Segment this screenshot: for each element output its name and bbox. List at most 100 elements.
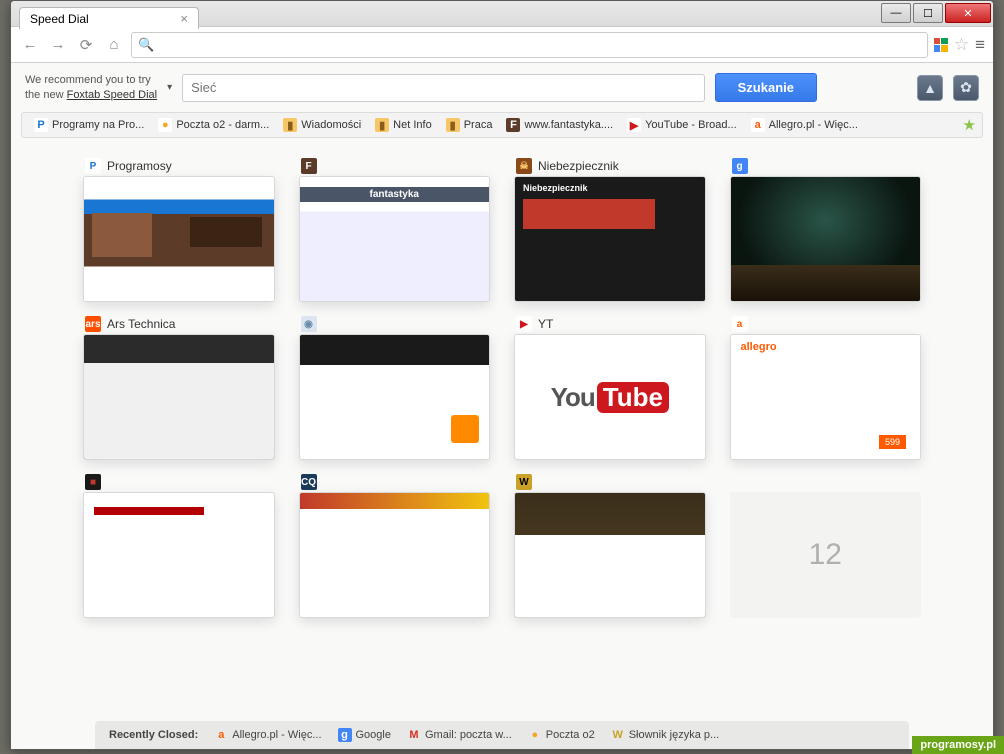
bookmark-item[interactable]: ▶YouTube - Broad... [621, 116, 743, 134]
tile-header [730, 472, 922, 492]
bookmark-item[interactable]: ▮Praca [440, 116, 499, 134]
recent-icon: a [214, 728, 228, 742]
recent-label-text: Google [356, 729, 391, 741]
minimize-button[interactable]: — [881, 3, 911, 23]
address-bar[interactable]: 🔍 [131, 32, 928, 58]
back-button[interactable]: ← [19, 34, 41, 56]
settings-button[interactable]: ✿ [953, 75, 979, 101]
recent-icon: M [407, 728, 421, 742]
speed-dial-tile[interactable]: ars Ars Technica [83, 314, 275, 460]
speed-dial-tile[interactable]: ◉ [299, 314, 491, 460]
bookmark-item[interactable]: ●Poczta o2 - darm... [152, 116, 275, 134]
topbar: We recommend you to try the new Foxtab S… [11, 63, 993, 112]
speed-dial-tile[interactable]: PProgramosy [83, 156, 275, 302]
speed-dial-tile[interactable]: a [730, 314, 922, 460]
tile-thumbnail [299, 176, 491, 302]
bookmark-icon: ▮ [375, 118, 389, 132]
tile-thumbnail [514, 176, 706, 302]
extension-icon[interactable] [934, 38, 948, 52]
tile-thumbnail [514, 492, 706, 618]
watermark: programosy.pl [912, 736, 1004, 754]
bookmark-label: Programy na Pro... [52, 119, 144, 131]
tile-icon: ◉ [301, 316, 317, 332]
recent-item[interactable]: M Gmail: poczta w... [407, 728, 512, 742]
tile-header: a [730, 314, 922, 334]
tile-thumbnail [83, 334, 275, 460]
bookmark-item[interactable]: ▮ Net Info [369, 116, 438, 134]
recent-icon: ● [528, 728, 542, 742]
recommend-link[interactable]: Foxtab Speed Dial [67, 89, 158, 101]
tile-icon: g [732, 158, 748, 174]
maximize-button[interactable]: ☐ [913, 3, 943, 23]
tile-icon: a [732, 316, 748, 332]
close-button[interactable]: ✕ [945, 3, 991, 23]
bookmark-label: Wiadomości [301, 119, 361, 131]
tile-thumbnail [83, 492, 275, 618]
recent-item[interactable]: ●Poczta o2 [528, 728, 595, 742]
speed-dial-tile[interactable]: g [730, 156, 922, 302]
bookmark-item[interactable]: P Programy na Pro... [28, 116, 150, 134]
tile-header: ■ [83, 472, 275, 492]
chevron-down-icon[interactable]: ▾ [167, 82, 172, 93]
speed-dial-tile[interactable]: 12 [730, 472, 922, 618]
speed-dial-tile[interactable]: CQ [299, 472, 491, 618]
speed-dial-tile[interactable]: ▶YTYouTube [514, 314, 706, 460]
tile-header: ☠Niebezpiecznik [514, 156, 706, 176]
search-input[interactable] [182, 74, 705, 102]
bookmark-label: www.fantastyka.... [524, 119, 613, 131]
recent-icon: g [338, 728, 352, 742]
reload-button[interactable]: ⟳ [75, 34, 97, 56]
recent-label-text: Allegro.pl - Więc... [232, 729, 321, 741]
tile-icon: P [85, 158, 101, 174]
tile-header: W [514, 472, 706, 492]
speed-dial-tile[interactable]: F [299, 156, 491, 302]
search-button[interactable]: Szukanie [715, 73, 817, 102]
tab-title: Speed Dial [30, 12, 89, 26]
bookmark-icon: ▮ [446, 118, 460, 132]
bookmark-icon: ▮ [283, 118, 297, 132]
toolbar: ← → ⟳ ⌂ 🔍 ☆ ≡ [11, 27, 993, 63]
recent-item[interactable]: g Google [338, 728, 391, 742]
speed-dial-tile[interactable]: ■ [83, 472, 275, 618]
speed-dial-tile[interactable]: W [514, 472, 706, 618]
bookmark-item[interactable]: Fwww.fantastyka.... [500, 116, 619, 134]
tile-icon: W [516, 474, 532, 490]
tile-icon: ■ [85, 474, 101, 490]
bookmark-label: Poczta o2 - darm... [176, 119, 269, 131]
tile-icon: ars [85, 316, 101, 332]
tile-thumbnail [83, 176, 275, 302]
tab-strip: Speed Dial × [19, 7, 199, 29]
tile-icon: ▶ [516, 316, 532, 332]
tile-header: g [730, 156, 922, 176]
speed-dial-tile[interactable]: ☠Niebezpiecznik [514, 156, 706, 302]
recommend-text: We recommend you to try the new Foxtab S… [25, 73, 157, 102]
bookmark-label: Net Info [393, 119, 432, 131]
tile-header: ars Ars Technica [83, 314, 275, 334]
collapse-button[interactable]: ▲ [917, 75, 943, 101]
bookmark-star-icon[interactable]: ★ [963, 116, 976, 134]
tile-thumbnail [299, 492, 491, 618]
bookmark-item[interactable]: a Allegro.pl - Więc... [745, 116, 864, 134]
menu-icon[interactable]: ≡ [975, 35, 985, 55]
home-button[interactable]: ⌂ [103, 34, 125, 56]
recent-label: Recently Closed: [109, 729, 198, 741]
recent-item[interactable]: WSłownik języka p... [611, 728, 719, 742]
bookmark-icon: a [751, 118, 765, 132]
bookmark-item[interactable]: ▮ Wiadomości [277, 116, 367, 134]
bookmark-label: YouTube - Broad... [645, 119, 737, 131]
bookmark-icon: F [506, 118, 520, 132]
tile-label: Ars Technica [107, 317, 175, 331]
tab-active[interactable]: Speed Dial × [19, 7, 199, 29]
tile-header: CQ [299, 472, 491, 492]
recent-label-text: Gmail: poczta w... [425, 729, 512, 741]
titlebar: Speed Dial × — ☐ ✕ [11, 1, 993, 27]
tile-header: PProgramosy [83, 156, 275, 176]
bookmark-icon: P [34, 118, 48, 132]
recent-item[interactable]: a Allegro.pl - Więc... [214, 728, 321, 742]
search-icon: 🔍 [138, 37, 154, 53]
bookmark-star-icon[interactable]: ☆ [954, 35, 969, 55]
tile-header: ▶YT [514, 314, 706, 334]
bookmark-label: Allegro.pl - Więc... [769, 119, 858, 131]
close-icon[interactable]: × [180, 11, 188, 26]
forward-button[interactable]: → [47, 34, 69, 56]
